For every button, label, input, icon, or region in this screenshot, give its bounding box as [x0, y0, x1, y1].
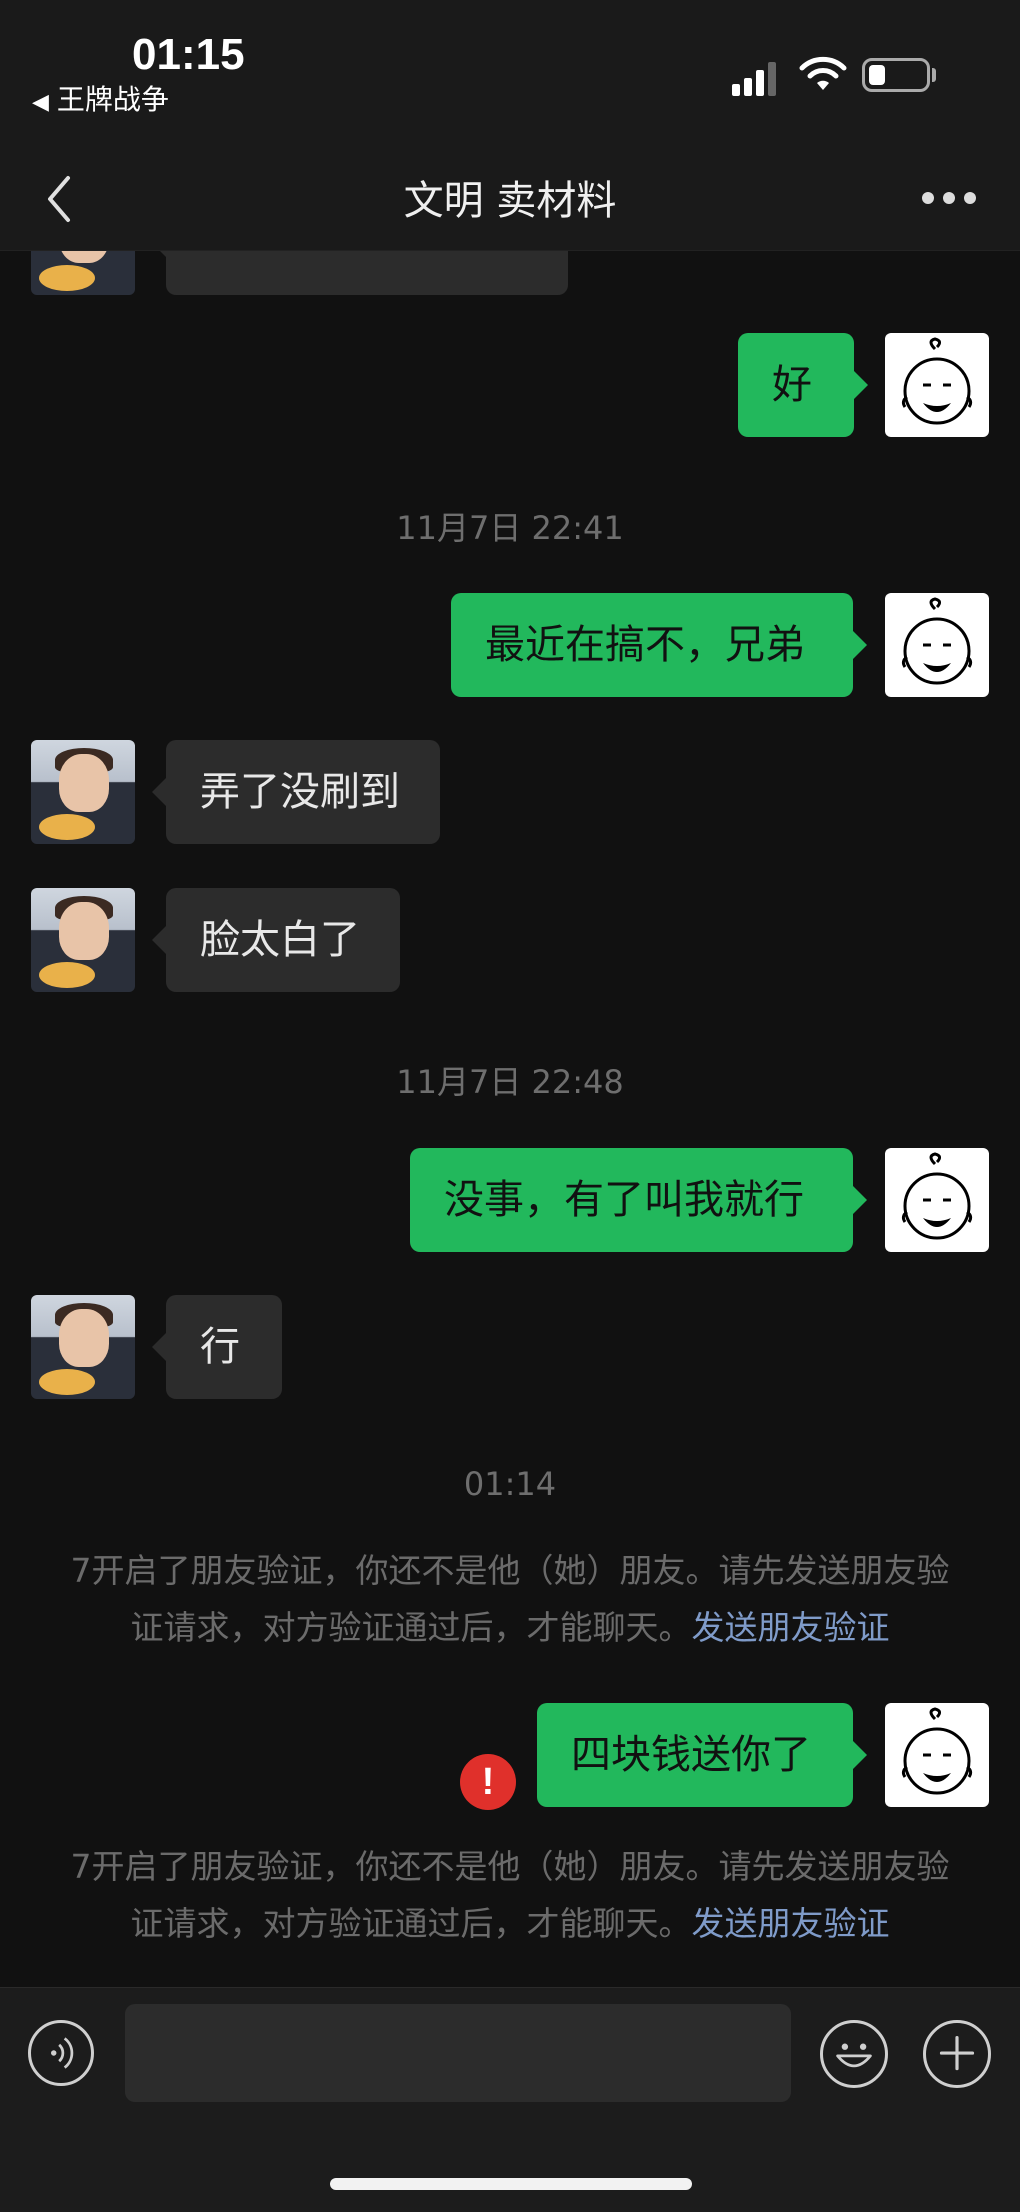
more-dots-icon[interactable]: [922, 192, 976, 206]
battery-cap: [932, 68, 936, 82]
incoming-message-bubble[interactable]: 脸太白了: [152, 888, 400, 992]
plus-icon[interactable]: [923, 2020, 991, 2088]
outgoing-message-bubble[interactable]: 四块钱送你了: [537, 1703, 867, 1807]
doodle-face-icon: [901, 1152, 973, 1240]
chat-title: 文明 卖材料: [403, 178, 617, 224]
incoming-message-bubble[interactable]: 弄了没刷到: [152, 740, 440, 844]
back-app-label: 王牌战争: [56, 83, 169, 116]
my-avatar[interactable]: [885, 593, 989, 697]
chat-history[interactable]: 好 11月7日 22:41 最近在搞不，兄弟 弄了没刷到 脸太白了 11月7日 …: [0, 251, 1020, 1986]
error-icon[interactable]: !: [460, 1754, 516, 1810]
contact-avatar[interactable]: [31, 251, 135, 295]
system-notice: 7开启了朋友验证，你还不是他（她）朋友。请先发送朋友验证请求，对方验证通过后，才…: [70, 1838, 950, 1952]
message-input[interactable]: [125, 2004, 791, 2102]
battery-icon: [862, 58, 930, 92]
my-avatar[interactable]: [885, 1703, 989, 1807]
outgoing-message-bubble[interactable]: 好: [738, 333, 868, 437]
my-avatar[interactable]: [885, 1148, 989, 1252]
home-indicator[interactable]: [330, 2178, 692, 2190]
back-triangle-icon: ◀: [32, 90, 49, 115]
doodle-face-icon: [901, 337, 973, 425]
doodle-face-icon: [901, 597, 973, 685]
status-time: 01:15: [132, 30, 245, 79]
voice-icon[interactable]: [28, 2020, 94, 2086]
contact-avatar[interactable]: [31, 740, 135, 844]
doodle-face-icon: [901, 1707, 973, 1795]
contact-avatar[interactable]: [31, 888, 135, 992]
wifi-icon: [799, 56, 847, 90]
emoji-icon[interactable]: [820, 2020, 888, 2088]
send-verification-link[interactable]: 发送朋友验证: [692, 1608, 890, 1647]
cellular-signal-icon: [732, 60, 786, 96]
back-to-app-link[interactable]: ◀ 王牌战争: [32, 78, 169, 118]
timestamp: 11月7日 22:41: [396, 509, 624, 547]
contact-avatar[interactable]: [31, 1295, 135, 1399]
incoming-message-bubble[interactable]: [152, 251, 568, 295]
battery-level: [869, 65, 885, 85]
send-verification-link[interactable]: 发送朋友验证: [692, 1904, 890, 1943]
system-notice: 7开启了朋友验证，你还不是他（她）朋友。请先发送朋友验证请求，对方验证通过后，才…: [70, 1542, 950, 1656]
outgoing-message-bubble[interactable]: 没事，有了叫我就行: [410, 1148, 867, 1252]
incoming-message-bubble[interactable]: 行: [152, 1295, 282, 1399]
timestamp: 11月7日 22:48: [396, 1063, 624, 1101]
my-avatar[interactable]: [885, 333, 989, 437]
outgoing-message-bubble[interactable]: 最近在搞不，兄弟: [451, 593, 867, 697]
timestamp: 01:14: [463, 1465, 557, 1503]
